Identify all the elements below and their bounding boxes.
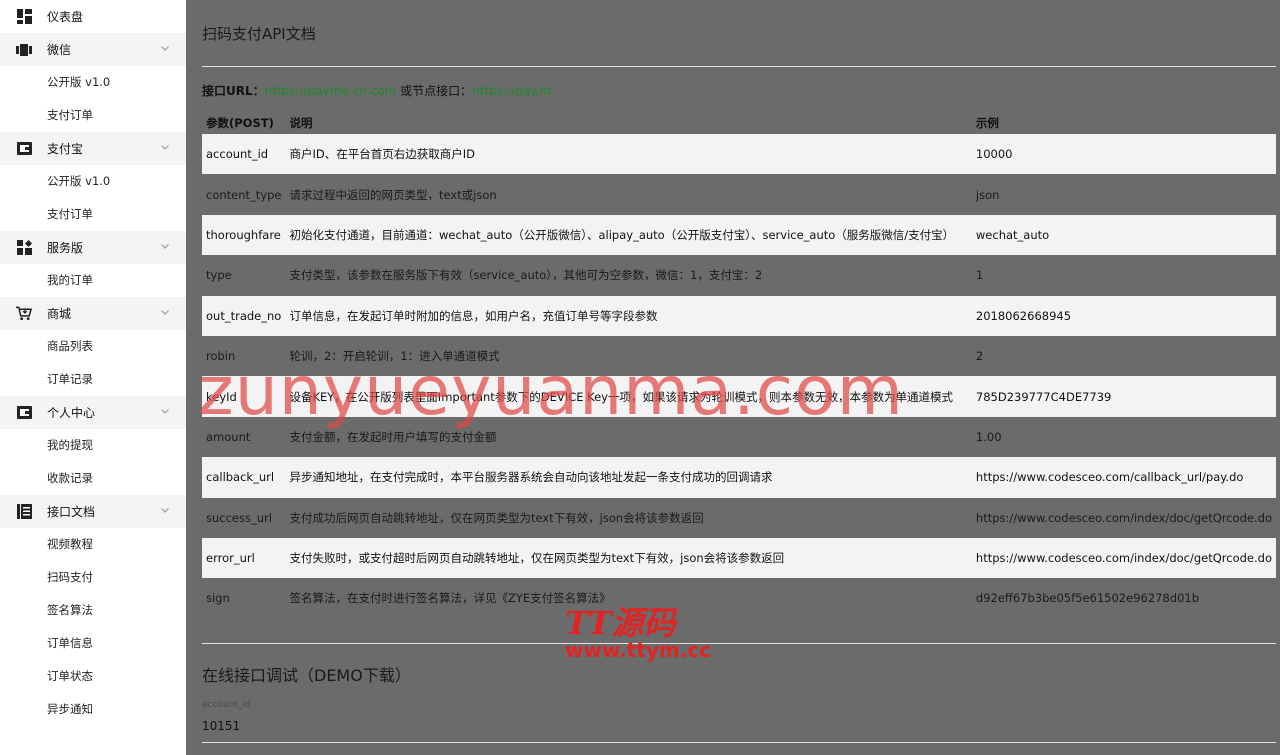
sidebar-group[interactable]: 仪表盘 — [0, 0, 186, 33]
table-row: out_trade_no 订单信息，在发起订单时附加的信息，如用户名，充值订单号等… — [202, 295, 1276, 336]
desc-cell: 支付失败时，或支付超时后网页自动跳转地址，仅在网页类型为text下有效，json… — [285, 537, 972, 579]
example-cell: https://www.codesceo.com/index/doc/getQr… — [975, 510, 1272, 525]
header-example: 示例 — [975, 116, 999, 130]
sidebar-item[interactable]: 我的提现 — [0, 429, 186, 462]
desc-cell: 支付成功后网页自动跳转地址，仅在网页类型为text下有效，json会将该参数返回 — [289, 510, 704, 525]
page-title: 扫码支付API文档 — [202, 25, 316, 43]
table-row: error_url 支付失败时，或支付超时后网页自动跳转地址，仅在网页类型为tex… — [202, 537, 1276, 579]
cart-icon — [16, 306, 32, 322]
table-row: type 支付类型，该参数在服务版下有效（service_auto），其他可为空参… — [202, 255, 1276, 295]
sidebar-group[interactable]: 支付宝 — [0, 132, 186, 165]
example-cell: 2018062668945 — [971, 295, 1276, 336]
chevron-down-icon[interactable] — [160, 241, 172, 253]
param-cell: error_url — [202, 537, 286, 579]
desc-cell: 商户ID、在平台首页右边获取商户ID — [285, 134, 972, 175]
field-underline — [202, 742, 1276, 743]
sidebar-group-label: 个人中心 — [47, 406, 96, 420]
url-label: 接口URL： — [202, 84, 265, 98]
param-cell: type — [206, 268, 232, 283]
example-cell: 2 — [975, 349, 984, 364]
divider — [202, 66, 1276, 67]
wechat-icon — [16, 42, 32, 58]
example-cell: https://www.codesceo.com/callback_url/pa… — [971, 457, 1276, 498]
node-url-link[interactable]: https://pay.ht — [472, 84, 552, 98]
watermark-text: zunyueyuanma.com — [198, 352, 904, 431]
sidebar-item[interactable]: 签名算法 — [0, 594, 186, 627]
sidebar-group[interactable]: 商城 — [0, 297, 186, 330]
sidebar: 仪表盘 微信 公开版 v1.0 支付订单 支付宝 公开版 v1.0 支付订单 服务版 我的订单商… — [0, 0, 186, 755]
sidebar-group-label: 服务版 — [47, 241, 84, 255]
example-cell: 10000 — [971, 134, 1276, 175]
sidebar-item[interactable]: 视频教程 — [0, 528, 186, 561]
api-url-line: 接口URL：https://payme.cn.com 或节点接口：https:/… — [202, 82, 552, 99]
example-cell: json — [975, 187, 1000, 202]
chevron-down-icon[interactable] — [160, 505, 172, 517]
sidebar-group-label: 接口文档 — [47, 505, 96, 519]
chevron-down-icon[interactable] — [160, 142, 172, 154]
example-cell: d92eff67b3be05f5e61502e96278d01b — [975, 591, 1200, 606]
chevron-down-icon[interactable] — [160, 406, 172, 418]
sidebar-group-label: 商城 — [47, 307, 72, 321]
sidebar-group[interactable]: 接口文档 — [0, 495, 186, 528]
chevron-down-icon[interactable] — [160, 43, 172, 55]
sidebar-group[interactable]: 微信 — [0, 33, 186, 66]
apps-icon — [16, 240, 32, 256]
table-row: content_type 请求过程中返回的网页类型，text或json json — [202, 174, 1276, 214]
user-center-icon — [16, 405, 32, 421]
sidebar-item[interactable]: 订单状态 — [0, 660, 186, 693]
table-row: account_id 商户ID、在平台首页右边获取商户ID 10000 — [202, 134, 1276, 175]
sidebar-item[interactable]: 收款记录 — [0, 462, 186, 495]
sidebar-item[interactable]: 支付订单 — [0, 198, 186, 231]
sidebar-item[interactable]: 异步通知 — [0, 693, 186, 726]
node-label: 或节点接口： — [396, 84, 473, 98]
doc-icon — [16, 504, 32, 520]
header-desc: 说明 — [289, 116, 313, 130]
desc-cell: 支付类型，该参数在服务版下有效（service_auto），其他可为空参数，微信… — [289, 268, 763, 283]
table-row: sign 签名算法，在支付时进行签名算法，详见《ZYE支付签名算法》 d92eff6… — [202, 578, 1276, 618]
param-cell: sign — [206, 591, 230, 606]
sidebar-item[interactable]: 商品列表 — [0, 330, 186, 363]
sidebar-group-label: 支付宝 — [47, 142, 84, 156]
demo-section-title: 在线接口调试（DEMO下载） — [202, 666, 411, 685]
param-cell: account_id — [202, 134, 286, 175]
table-row: success_url 支付成功后网页自动跳转地址，仅在网页类型为text下有效，… — [202, 498, 1276, 538]
example-cell: 1 — [975, 268, 984, 283]
sidebar-item[interactable]: 公开版 v1.0 — [0, 165, 186, 198]
sidebar-group[interactable]: 个人中心 — [0, 396, 186, 429]
sidebar-item[interactable]: 订单记录 — [0, 363, 186, 396]
api-url-link[interactable]: https://payme.cn.com — [265, 84, 397, 98]
divider — [202, 643, 1276, 644]
table-row: callback_url 异步通知地址，在支付完成时，本平台服务器系统会自动向该地… — [202, 457, 1276, 498]
chevron-down-icon[interactable] — [160, 307, 172, 319]
sidebar-item[interactable]: 订单信息 — [0, 627, 186, 660]
sidebar-item[interactable]: 支付订单 — [0, 99, 186, 132]
desc-cell: 异步通知地址，在支付完成时，本平台服务器系统会自动向该地址发起一条支付成功的回调… — [285, 457, 972, 498]
alipay-icon — [16, 141, 32, 157]
account-id-value[interactable]: 10151 — [202, 719, 240, 733]
desc-cell: 初始化支付通道，目前通道：wechat_auto（公开版微信）、alipay_a… — [285, 214, 972, 256]
sidebar-group-label: 仪表盘 — [47, 10, 84, 24]
desc-cell: 请求过程中返回的网页类型，text或json — [289, 187, 497, 202]
sidebar-group-label: 微信 — [47, 43, 72, 57]
example-cell: 785D239777C4DE7739 — [971, 376, 1276, 417]
param-cell: thoroughfare — [202, 214, 286, 256]
param-cell: out_trade_no — [202, 295, 286, 336]
header-param: 参数(POST) — [206, 116, 274, 130]
param-cell: success_url — [206, 510, 272, 525]
example-cell: https://www.codesceo.com/index/doc/getQr… — [971, 537, 1276, 579]
example-cell: 1.00 — [975, 429, 1002, 444]
watermark-url: www.ttym.cc — [565, 638, 712, 662]
desc-cell: 订单信息，在发起订单时附加的信息，如用户名，充值订单号等字段参数 — [285, 295, 972, 336]
sidebar-group[interactable]: 服务版 — [0, 231, 186, 264]
sidebar-item[interactable]: 我的订单 — [0, 264, 186, 297]
dashboard-icon — [16, 9, 32, 25]
sidebar-item[interactable]: 扫码支付 — [0, 561, 186, 594]
sidebar-item[interactable]: 公开版 v1.0 — [0, 66, 186, 99]
table-header: 参数(POST) 说明 示例 — [202, 112, 1276, 134]
param-cell: content_type — [206, 187, 282, 202]
example-cell: wechat_auto — [971, 214, 1276, 256]
table-row: thoroughfare 初始化支付通道，目前通道：wechat_auto（公开版… — [202, 214, 1276, 256]
account-id-label: account_id — [202, 700, 251, 710]
param-cell: callback_url — [202, 457, 286, 498]
